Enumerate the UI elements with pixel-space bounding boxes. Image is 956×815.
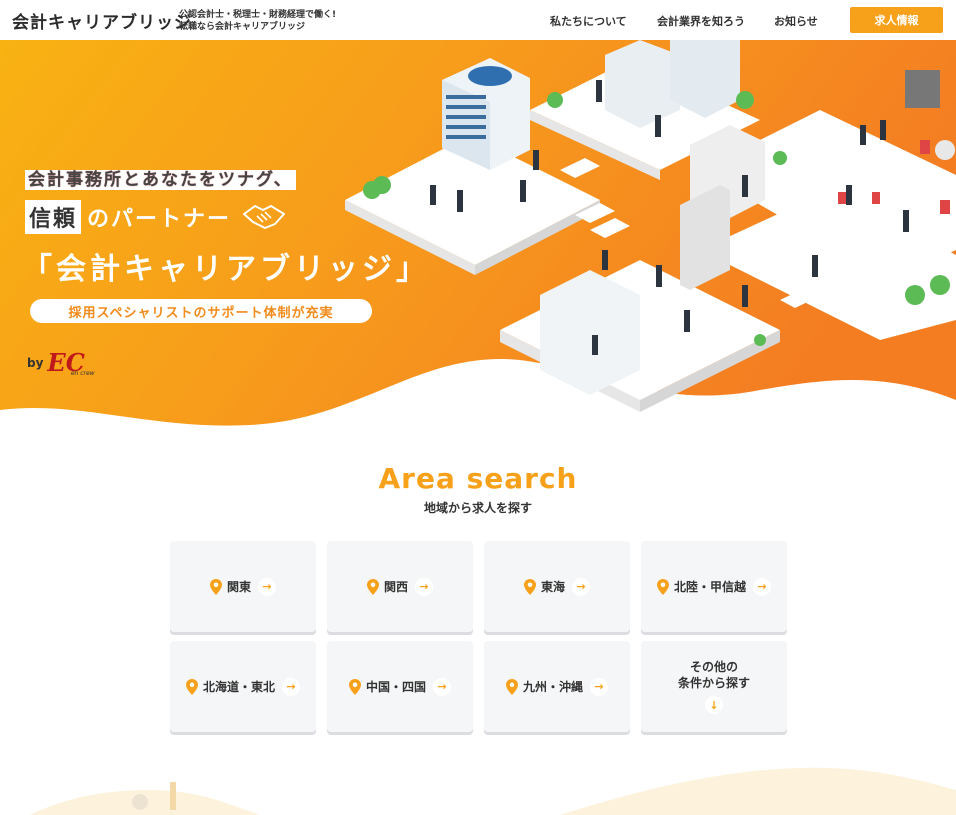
arrow-right-icon: → <box>258 577 276 596</box>
handshake-icon <box>241 200 287 234</box>
hero-partner-text: のパートナー <box>87 207 232 232</box>
pin-icon <box>366 578 379 595</box>
area-card-chugoku[interactable]: 中国・四国 → <box>327 641 473 732</box>
area-card-kansai[interactable]: 関西 → <box>327 541 473 632</box>
bottom-wave-decoration <box>30 767 956 815</box>
pin-icon <box>209 578 222 595</box>
area-card-kanto[interactable]: 関東 → <box>170 541 316 632</box>
arrow-right-icon: → <box>282 677 300 696</box>
area-card-hokkaido[interactable]: 北海道・東北 → <box>170 641 316 732</box>
area-card-label: 東海 <box>540 580 565 594</box>
area-search-title: Area search <box>378 462 578 495</box>
hero-trust-word: 信頼 <box>25 200 82 234</box>
area-card-label: 北陸・甲信越 <box>673 580 746 594</box>
area-card-label: 関西 <box>383 580 408 594</box>
area-card-hokuriku[interactable]: 北陸・甲信越 → <box>641 541 787 632</box>
encrew-logo-sub: en crew <box>70 370 95 377</box>
hero-illustration <box>0 40 956 440</box>
pin-icon <box>505 678 518 695</box>
arrow-right-icon: → <box>572 577 590 596</box>
arrow-right-icon: → <box>753 577 771 596</box>
header-tagline: 公認会計士・税理士・財務経理で働く! 転職なら会計キャリアブリッジ <box>179 9 336 33</box>
pin-icon <box>523 578 536 595</box>
pin-icon <box>348 678 361 695</box>
tagline-line-2: 転職なら会計キャリアブリッジ <box>179 22 306 32</box>
hero-support-pill: 採用スペシャリストのサポート体制が充実 <box>30 299 372 323</box>
nav-industry[interactable]: 会計業界を知ろう <box>657 13 745 29</box>
nav-news[interactable]: お知らせ <box>774 13 818 29</box>
pin-icon <box>656 578 669 595</box>
other-conditions-label: その他の 条件から探す <box>677 660 750 690</box>
area-card-kyushu[interactable]: 九州・沖縄 → <box>484 641 630 732</box>
hero-brand-title: 「会計キャリアブリッジ」 <box>22 252 430 287</box>
site-logo[interactable]: 会計キャリアブリッジ <box>12 8 192 33</box>
site-header: 会計キャリアブリッジ 公認会計士・税理士・財務経理で働く! 転職なら会計キャリア… <box>0 0 956 40</box>
area-card-label: 関東 <box>226 580 251 594</box>
area-search-subtitle: 地域から求人を探す <box>423 501 532 515</box>
tagline-line-1: 公認会計士・税理士・財務経理で働く! <box>179 10 337 20</box>
other-conditions-card[interactable]: その他の 条件から探す ↓ <box>641 641 787 732</box>
job-listings-button[interactable]: 求人情報 <box>850 7 943 33</box>
arrow-right-icon: → <box>590 677 608 696</box>
arrow-down-icon: ↓ <box>705 696 723 714</box>
nav-about[interactable]: 私たちについて <box>550 13 627 29</box>
arrow-right-icon: → <box>415 577 433 596</box>
area-card-label: 中国・四国 <box>365 680 426 694</box>
hero-headline-1: 会計事務所とあなたをツナグ、 <box>25 165 296 190</box>
hero-section: 会計事務所とあなたをツナグ、 信頼 のパートナー 「会計キャリアブリッジ」 採用… <box>0 40 956 440</box>
hero-by-brand: by EC en crew <box>27 348 95 377</box>
by-label: by <box>27 355 44 370</box>
area-card-tokai[interactable]: 東海 → <box>484 541 630 632</box>
arrow-right-icon: → <box>433 677 451 696</box>
pin-icon <box>185 678 198 695</box>
hero-headline-1-text: 会計事務所とあなたをツナグ、 <box>25 170 296 190</box>
area-card-label: 北海道・東北 <box>202 680 275 694</box>
hero-headline-2: 信頼 のパートナー <box>25 200 287 234</box>
area-card-label: 九州・沖縄 <box>522 680 583 694</box>
